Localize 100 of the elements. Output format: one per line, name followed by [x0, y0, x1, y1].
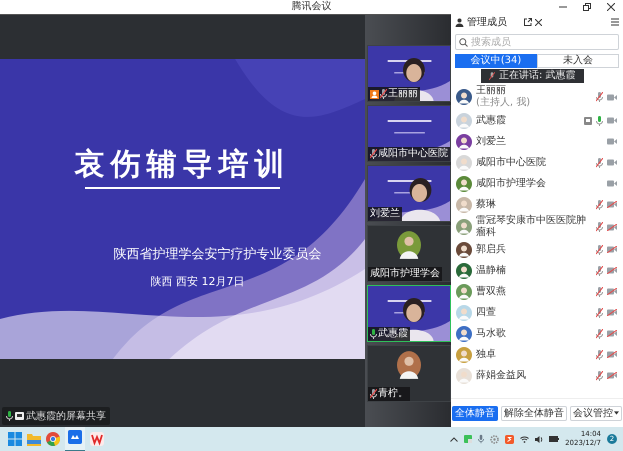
avatar-icon — [456, 176, 472, 192]
battery-icon[interactable] — [549, 436, 560, 442]
member-role: (主持人, 我) — [476, 97, 532, 109]
mic-icon[interactable] — [596, 308, 603, 318]
member-row[interactable]: 武惠霞 — [451, 110, 623, 131]
participant-name: 咸阳市中心医院 — [378, 148, 448, 160]
popout-icon[interactable] — [524, 18, 532, 26]
member-tab[interactable]: 未入会 — [537, 54, 619, 68]
camera-icon[interactable] — [607, 309, 617, 316]
folder-icon[interactable] — [27, 432, 41, 446]
member-name: 马水歌 — [476, 328, 507, 340]
member-row[interactable]: 四萱 — [451, 302, 623, 323]
member-name: 蔡琳 — [476, 198, 497, 210]
meeting-app-icon[interactable] — [68, 430, 82, 444]
mic-icon[interactable] — [596, 244, 603, 254]
slide-date: 陕西 西安 12月7日 — [150, 275, 244, 289]
video-tile[interactable]: 武惠霞 — [367, 285, 451, 342]
camera-icon[interactable] — [607, 224, 617, 230]
participant-name: 刘爱兰 — [370, 208, 400, 220]
camera-icon[interactable] — [607, 138, 617, 145]
camera-icon[interactable] — [607, 180, 617, 187]
chevron-up-icon[interactable] — [450, 436, 458, 442]
camera-icon[interactable] — [607, 288, 617, 295]
video-tile[interactable]: 青柠。 — [367, 345, 451, 402]
mic-icon[interactable] — [596, 266, 603, 276]
avatar-icon — [456, 304, 472, 320]
camera-icon[interactable] — [607, 159, 617, 166]
mic-icon — [489, 72, 495, 80]
avatar-icon — [456, 326, 472, 342]
restore-icon[interactable] — [583, 3, 591, 11]
wifi-icon[interactable] — [520, 436, 530, 442]
member-row[interactable]: 王丽丽 (主持人, 我) — [451, 84, 623, 110]
search-icon — [459, 38, 468, 46]
office-app-icon[interactable] — [90, 432, 104, 446]
member-row[interactable]: 曹双燕 — [451, 281, 623, 302]
close-icon[interactable] — [607, 3, 615, 11]
member-row[interactable]: 咸阳市护理学会 — [451, 173, 623, 194]
member-name: 咸阳市中心医院 — [476, 156, 547, 168]
mic-icon[interactable] — [596, 286, 603, 296]
camera-icon[interactable] — [607, 351, 617, 358]
avatar-icon — [456, 196, 472, 212]
member-row[interactable]: 刘爱兰 — [451, 131, 623, 152]
close-icon[interactable] — [535, 18, 542, 26]
member-row[interactable]: 咸阳市中心医院 — [451, 152, 623, 173]
video-tile[interactable]: 咸阳市中心医院 — [367, 105, 451, 162]
avatar-icon — [456, 219, 472, 235]
member-row[interactable]: 薛娟金益风 — [451, 365, 623, 386]
member-name: 雷冠琴安康市中医医院肿瘤科 — [476, 215, 587, 239]
mic-icon[interactable] — [596, 92, 603, 102]
person-icon — [455, 18, 464, 26]
panel-title: 管理成员 — [467, 16, 507, 29]
browser-icon[interactable] — [46, 432, 60, 446]
mic-icon[interactable] — [596, 350, 603, 360]
member-row[interactable]: 独卓 — [451, 344, 623, 365]
camera-icon[interactable] — [607, 330, 617, 337]
member-row[interactable]: 蔡琳 — [451, 194, 623, 215]
speaker-icon[interactable] — [535, 436, 544, 442]
tooltip-text: 正在讲话: 武惠霞 — [499, 70, 576, 82]
participant-name: 咸阳市护理学会 — [370, 268, 440, 280]
mic-icon[interactable] — [596, 158, 603, 168]
member-row[interactable]: 温静楠 — [451, 260, 623, 281]
camera-icon[interactable] — [607, 94, 617, 100]
participant-name: 武惠霞 — [378, 328, 408, 340]
member-name: 武惠霞 — [476, 114, 507, 126]
avatar-icon — [456, 89, 472, 105]
member-row[interactable]: 马水歌 — [451, 323, 623, 344]
share-label-text: 武惠霞的屏幕共享 — [26, 410, 106, 423]
member-name: 四萱 — [476, 306, 497, 318]
mic-icon[interactable] — [596, 222, 603, 232]
mic-icon[interactable] — [596, 116, 603, 126]
caret-icon — [614, 411, 619, 415]
mute-all-button[interactable]: 全体静音 — [452, 406, 498, 420]
participant-name: 王丽丽 — [388, 88, 418, 100]
video-tile[interactable]: 王丽丽 — [367, 45, 451, 102]
menu-icon[interactable] — [611, 18, 619, 26]
participant-name: 青柠。 — [378, 388, 408, 400]
member-tab[interactable]: 会议中(34) — [455, 54, 537, 68]
unmute-all-button[interactable]: 解除全体静音 — [501, 406, 567, 420]
input-method-icon[interactable] — [505, 434, 514, 444]
camera-icon[interactable] — [607, 372, 617, 379]
mic-icon[interactable] — [596, 370, 603, 380]
camera-icon[interactable] — [607, 246, 617, 253]
camera-icon[interactable] — [607, 117, 617, 124]
meeting-control-button[interactable]: 会议管控 — [570, 406, 622, 420]
member-name: 温静楠 — [476, 264, 507, 276]
gear-icon[interactable] — [490, 434, 500, 444]
start-icon[interactable] — [8, 432, 22, 446]
member-name: 独卓 — [476, 348, 497, 360]
member-row[interactable]: 郭启兵 — [451, 239, 623, 260]
mic-icon[interactable] — [596, 200, 603, 210]
video-tile[interactable]: 刘爱兰 — [367, 165, 451, 222]
mic-icon[interactable] — [596, 328, 603, 338]
member-row[interactable]: 雷冠琴安康市中医医院肿瘤科 — [451, 215, 623, 239]
window-title: 腾讯会议 — [292, 0, 332, 14]
video-tile[interactable]: 咸阳市护理学会 — [367, 225, 451, 282]
avatar-icon — [456, 346, 472, 362]
camera-icon[interactable] — [607, 201, 617, 208]
search-field[interactable]: 搜索成员 — [455, 34, 619, 50]
mic-icon[interactable] — [478, 434, 484, 444]
camera-icon[interactable] — [607, 267, 617, 274]
